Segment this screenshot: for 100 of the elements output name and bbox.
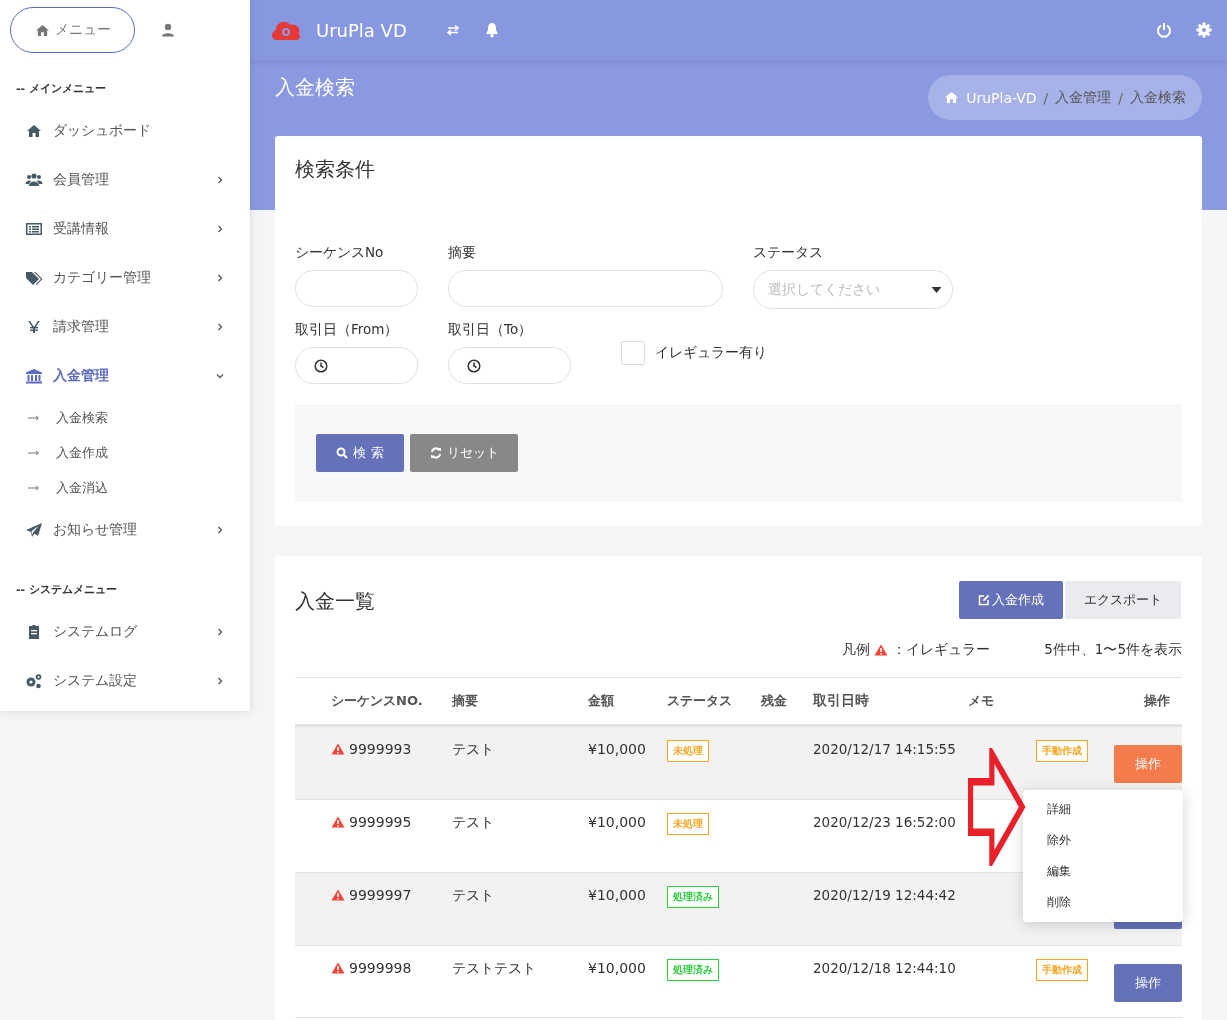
reset-button[interactable]: リセット	[410, 434, 518, 472]
table-cell: 9999995	[349, 814, 412, 830]
refresh-icon	[429, 447, 442, 459]
table-cell: ¥10,000	[588, 887, 646, 903]
submenu-item[interactable]: 入金消込	[0, 470, 250, 505]
sidebar-item[interactable]: カテゴリー管理	[0, 253, 250, 302]
table-cell: ¥10,000	[588, 960, 646, 976]
breadcrumb-link[interactable]: 入金管理	[1055, 88, 1112, 107]
dropdown-caret-icon	[931, 286, 942, 293]
date-field[interactable]	[295, 347, 418, 384]
brand-name: UruPla VD	[316, 19, 407, 41]
sidebar-item[interactable]: 受講情報	[0, 204, 250, 253]
field-label: シーケンスNo	[295, 244, 385, 262]
sidebar-item[interactable]: 請求管理	[0, 302, 250, 351]
memo-badge: 手動作成	[1036, 740, 1088, 762]
sidebar-item[interactable]: 会員管理	[0, 155, 250, 204]
table-cell: テスト	[452, 887, 494, 903]
field-label: 取引日（From）	[295, 321, 400, 339]
table-cell: 9999998	[349, 960, 412, 976]
user-icon[interactable]	[161, 23, 175, 37]
legend-label: 凡例	[842, 641, 871, 659]
breadcrumb-link[interactable]: 入金検索	[1130, 88, 1186, 107]
card-title: 検索条件	[295, 156, 376, 183]
submenu-item[interactable]: 入金検索	[0, 400, 250, 435]
swap-icon[interactable]	[444, 24, 461, 36]
table-cell: ¥10,000	[588, 814, 646, 830]
date-field[interactable]	[448, 347, 571, 384]
field-label: ステータス	[753, 244, 824, 262]
breadcrumb-separator: /	[1118, 89, 1123, 106]
clock-icon	[314, 358, 328, 373]
tags-icon	[25, 269, 43, 286]
menu-button[interactable]: メニュー	[10, 7, 135, 53]
column-header: 取引日時	[813, 692, 870, 710]
column-header: メモ	[968, 692, 995, 710]
section-heading: -- メインメニュー	[15, 81, 107, 96]
table-cell: テスト	[452, 814, 494, 830]
home-icon	[25, 122, 43, 139]
menu-item[interactable]: 編集	[1023, 856, 1183, 887]
list-icon	[25, 220, 43, 237]
create-button[interactable]: 入金作成	[959, 581, 1063, 619]
export-button[interactable]: エクスポート	[1065, 581, 1181, 619]
status-badge: 未処理	[667, 740, 709, 762]
bank-icon	[25, 367, 43, 384]
menu-item[interactable]: 削除	[1023, 887, 1183, 918]
card-title: 入金一覧	[295, 588, 375, 615]
field-label: 摘要	[448, 244, 477, 262]
table-cell: 9999997	[349, 887, 412, 903]
breadcrumb-separator: /	[1043, 89, 1049, 106]
action-button[interactable]: 操作	[1114, 964, 1182, 1002]
menu-item[interactable]: 除外	[1023, 825, 1183, 856]
section-heading: -- システムメニュー	[15, 582, 118, 597]
result-count: 5件中、1〜5件を表示	[1044, 641, 1182, 659]
table-cell: 2020/12/19 12:44:42	[813, 887, 956, 903]
search-button[interactable]: 検 索	[316, 434, 404, 472]
sidebar-item[interactable]: お知らせ管理	[0, 505, 250, 554]
table-cell: テストテスト	[452, 960, 536, 976]
sidebar-item[interactable]: システムログ	[0, 607, 250, 656]
column-header: 残金	[761, 692, 788, 710]
arrow-icon	[28, 414, 40, 421]
table-cell: 2020/12/23 16:52:00	[813, 814, 956, 830]
status-badge: 未処理	[667, 813, 709, 835]
column-header: シーケンスNO.	[330, 692, 424, 710]
sidebar-item[interactable]: ダッシュボード	[0, 106, 250, 155]
table-cell: ¥10,000	[588, 741, 646, 757]
checkbox-label: イレギュラー有り	[655, 344, 767, 362]
column-header: 金額	[588, 692, 615, 710]
warning-icon	[874, 644, 889, 656]
table-cell: 2020/12/17 14:15:55	[813, 741, 956, 757]
bell-icon[interactable]	[484, 22, 499, 38]
column-header: 操作	[1143, 692, 1171, 710]
power-icon[interactable]	[1156, 22, 1172, 38]
table-cell: テスト	[452, 741, 494, 757]
field-label: 取引日（To）	[448, 321, 534, 339]
clock-icon	[467, 358, 481, 373]
users-icon	[25, 171, 43, 188]
search-icon	[336, 447, 349, 459]
table-cell: 9999993	[349, 741, 412, 757]
memo-badge: 手動作成	[1036, 959, 1088, 981]
home-icon	[944, 91, 960, 104]
home-icon	[34, 23, 50, 37]
gears-icon	[25, 672, 43, 689]
input-field[interactable]	[448, 270, 723, 307]
table-cell: 2020/12/18 12:44:10	[813, 960, 956, 976]
status-badge: 処理済み	[667, 959, 719, 981]
status-badge: 処理済み	[667, 886, 719, 908]
sidebar-item[interactable]: 入金管理	[0, 351, 250, 400]
input-field[interactable]	[295, 270, 418, 307]
menu-item[interactable]: 詳細	[1023, 794, 1183, 825]
column-header: 摘要	[452, 692, 479, 710]
settings-icon[interactable]	[1196, 22, 1212, 38]
arrow-icon	[28, 449, 40, 456]
sidebar-item[interactable]: システム設定	[0, 656, 250, 705]
arrow-icon	[28, 484, 40, 491]
legend-text: ：イレギュラー	[892, 641, 991, 659]
submenu-item[interactable]: 入金作成	[0, 435, 250, 470]
checkbox[interactable]	[621, 341, 645, 365]
paper-plane-icon	[25, 521, 43, 538]
edit-icon	[978, 594, 990, 606]
page-title: 入金検索	[275, 74, 355, 101]
column-header: ステータス	[667, 692, 733, 710]
